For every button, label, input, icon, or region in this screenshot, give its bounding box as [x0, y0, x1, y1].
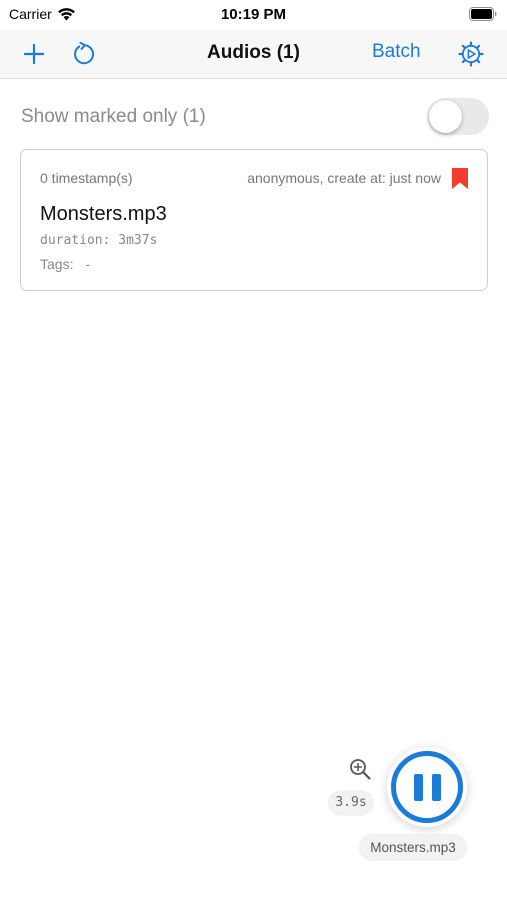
pause-bar-right	[431, 773, 441, 801]
tags-value: -	[85, 256, 91, 272]
now-playing-filename: Monsters.mp3	[359, 834, 467, 861]
pause-button[interactable]	[387, 747, 467, 827]
plus-icon	[24, 44, 44, 64]
zoom-in-icon[interactable]	[349, 758, 371, 780]
audio-duration: duration: 3m37s	[40, 233, 158, 248]
floating-player: 3.9s Monsters.mp3	[328, 745, 478, 870]
settings-button[interactable]	[455, 38, 487, 70]
batch-button[interactable]: Batch	[372, 41, 421, 63]
audio-title: Monsters.mp3	[40, 203, 167, 225]
filter-row: Show marked only (1)	[0, 96, 507, 136]
status-bar: Carrier 10:19 PM	[0, 0, 507, 30]
created-info: anonymous, create at: just now	[247, 170, 441, 186]
refresh-icon	[74, 42, 94, 65]
show-marked-only-label: Show marked only (1)	[21, 106, 206, 127]
navigation-bar: Audios (1) Batch	[0, 30, 507, 79]
audio-card[interactable]: 0 timestamp(s) anonymous, create at: jus…	[20, 149, 488, 291]
audio-tags: Tags: -	[40, 256, 90, 272]
refresh-button[interactable]	[68, 38, 98, 70]
pause-bar-left	[413, 773, 423, 801]
timestamp-count: 0 timestamp(s)	[40, 170, 133, 186]
pause-icon	[391, 751, 463, 823]
add-button[interactable]	[20, 38, 48, 70]
speed-indicator[interactable]: 3.9s	[328, 790, 374, 816]
battery-icon	[469, 7, 497, 21]
gear-icon	[458, 41, 484, 67]
bookmark-icon[interactable]	[451, 167, 469, 190]
tags-label: Tags:	[40, 256, 74, 272]
toggle-knob	[429, 100, 462, 133]
show-marked-only-toggle[interactable]	[427, 98, 489, 135]
status-time: 10:19 PM	[220, 6, 287, 23]
